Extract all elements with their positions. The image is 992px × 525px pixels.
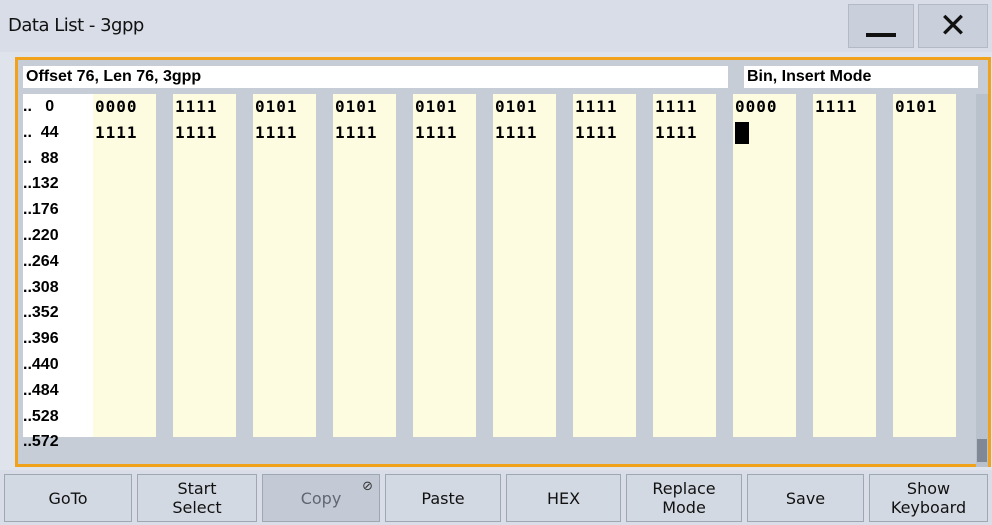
no-entry-icon: ⊘ — [362, 479, 373, 494]
softkey-bar: GoTo Start Select Copy ⊘ Paste HEX Replace Mod… — [0, 470, 992, 525]
data-cell[interactable]: 0101 — [255, 96, 298, 118]
paste-label: Paste — [421, 488, 465, 508]
mode-info: Bin, Insert Mode — [744, 66, 978, 88]
offset-label: ..132 — [23, 175, 59, 193]
data-cell[interactable]: 1111 — [815, 96, 858, 118]
copy-label: Copy — [300, 488, 342, 508]
save-label: Save — [785, 488, 826, 508]
data-cell[interactable]: 1111 — [575, 122, 618, 144]
offset-label: ..572 — [23, 433, 59, 451]
data-cell[interactable]: 0000 — [735, 96, 778, 118]
offset-label: .. 88 — [23, 149, 59, 167]
offset-label: ..528 — [23, 407, 59, 425]
save-button[interactable]: Save — [747, 474, 864, 522]
scrollbar-thumb[interactable] — [977, 439, 987, 462]
data-cell[interactable]: 1111 — [175, 96, 218, 118]
goto-button[interactable]: GoTo — [4, 474, 132, 522]
data-column[interactable]: 1111 1111 — [573, 94, 636, 437]
close-icon: ✕ — [938, 6, 968, 46]
vertical-scrollbar[interactable] — [976, 94, 988, 467]
show-keyboard-label: Show Keyboard — [890, 479, 967, 517]
data-column[interactable]: 0000 1111 — [93, 94, 156, 437]
data-editor-panel[interactable]: Offset 76, Len 76, 3gpp Bin, Insert Mode… — [15, 57, 991, 467]
offset-label: .. 44 — [23, 123, 59, 141]
start-select-label: Start Select — [172, 479, 222, 517]
offset-label: .. 0 — [23, 98, 55, 115]
data-cell[interactable]: 1111 — [255, 122, 298, 144]
close-button[interactable]: ✕ — [918, 4, 988, 48]
hex-label: HEX — [546, 488, 581, 508]
offset-gutter: .. 0 .. 44 .. 88 ..132 ..176 ..220 ..264 ..308.… — [23, 94, 93, 450]
replace-mode-label: Replace Mode — [652, 479, 716, 517]
data-cell[interactable]: 1111 — [335, 122, 378, 144]
data-column[interactable]: 0101 1111 — [333, 94, 396, 437]
data-column[interactable]: 1111 — [813, 94, 876, 437]
hex-button[interactable]: HEX — [506, 474, 621, 522]
copy-button[interactable]: Copy ⊘ — [262, 474, 380, 522]
data-column[interactable]: 0000 — [733, 94, 796, 437]
minimize-icon — [866, 33, 896, 37]
offset-label: ..308 — [23, 278, 59, 296]
data-cell[interactable]: 0101 — [335, 96, 378, 118]
offset-label: ..396 — [23, 330, 59, 348]
title-bar: Data List - 3gpp ✕ — [0, 0, 992, 52]
data-cell[interactable]: 0000 — [95, 96, 138, 118]
data-cell[interactable]: 0101 — [415, 96, 458, 118]
offset-label: ..484 — [23, 381, 59, 399]
offset-label: ..220 — [23, 227, 59, 244]
data-cell[interactable]: 0101 — [895, 96, 938, 118]
data-column[interactable]: 0101 — [893, 94, 956, 437]
offset-label: ..264 — [23, 252, 59, 270]
data-cell[interactable]: 1111 — [415, 122, 458, 144]
replace-mode-button[interactable]: Replace Mode — [626, 474, 742, 522]
data-column[interactable]: 1111 1111 — [653, 94, 716, 437]
data-cell[interactable]: 1111 — [95, 122, 138, 144]
data-cell[interactable]: 1111 — [175, 122, 218, 144]
data-cell[interactable]: 1111 — [495, 122, 538, 144]
data-cell[interactable]: 1111 — [575, 96, 618, 118]
text-cursor — [735, 121, 749, 144]
minimize-button[interactable] — [848, 4, 914, 48]
data-column[interactable]: 0101 1111 — [413, 94, 476, 437]
data-cell[interactable]: 1111 — [655, 96, 698, 118]
paste-button[interactable]: Paste — [385, 474, 501, 522]
offset-label: ..352 — [23, 304, 59, 322]
data-column[interactable]: 0101 1111 — [253, 94, 316, 437]
data-list-window: Data List - 3gpp ✕ Offset 76, Len 76, 3g… — [0, 0, 992, 525]
data-cell[interactable]: 0101 — [495, 96, 538, 118]
offset-length-info: Offset 76, Len 76, 3gpp — [23, 66, 728, 88]
window-title: Data List - 3gpp — [8, 15, 144, 36]
offset-label: ..176 — [23, 201, 59, 219]
data-column[interactable]: 1111 1111 — [173, 94, 236, 437]
goto-label: GoTo — [48, 488, 88, 508]
start-select-button[interactable]: Start Select — [137, 474, 257, 522]
offset-label: ..440 — [23, 356, 59, 373]
show-keyboard-button[interactable]: Show Keyboard — [869, 474, 988, 522]
data-cell[interactable]: 1111 — [655, 122, 698, 144]
data-column[interactable]: 0101 1111 — [493, 94, 556, 437]
